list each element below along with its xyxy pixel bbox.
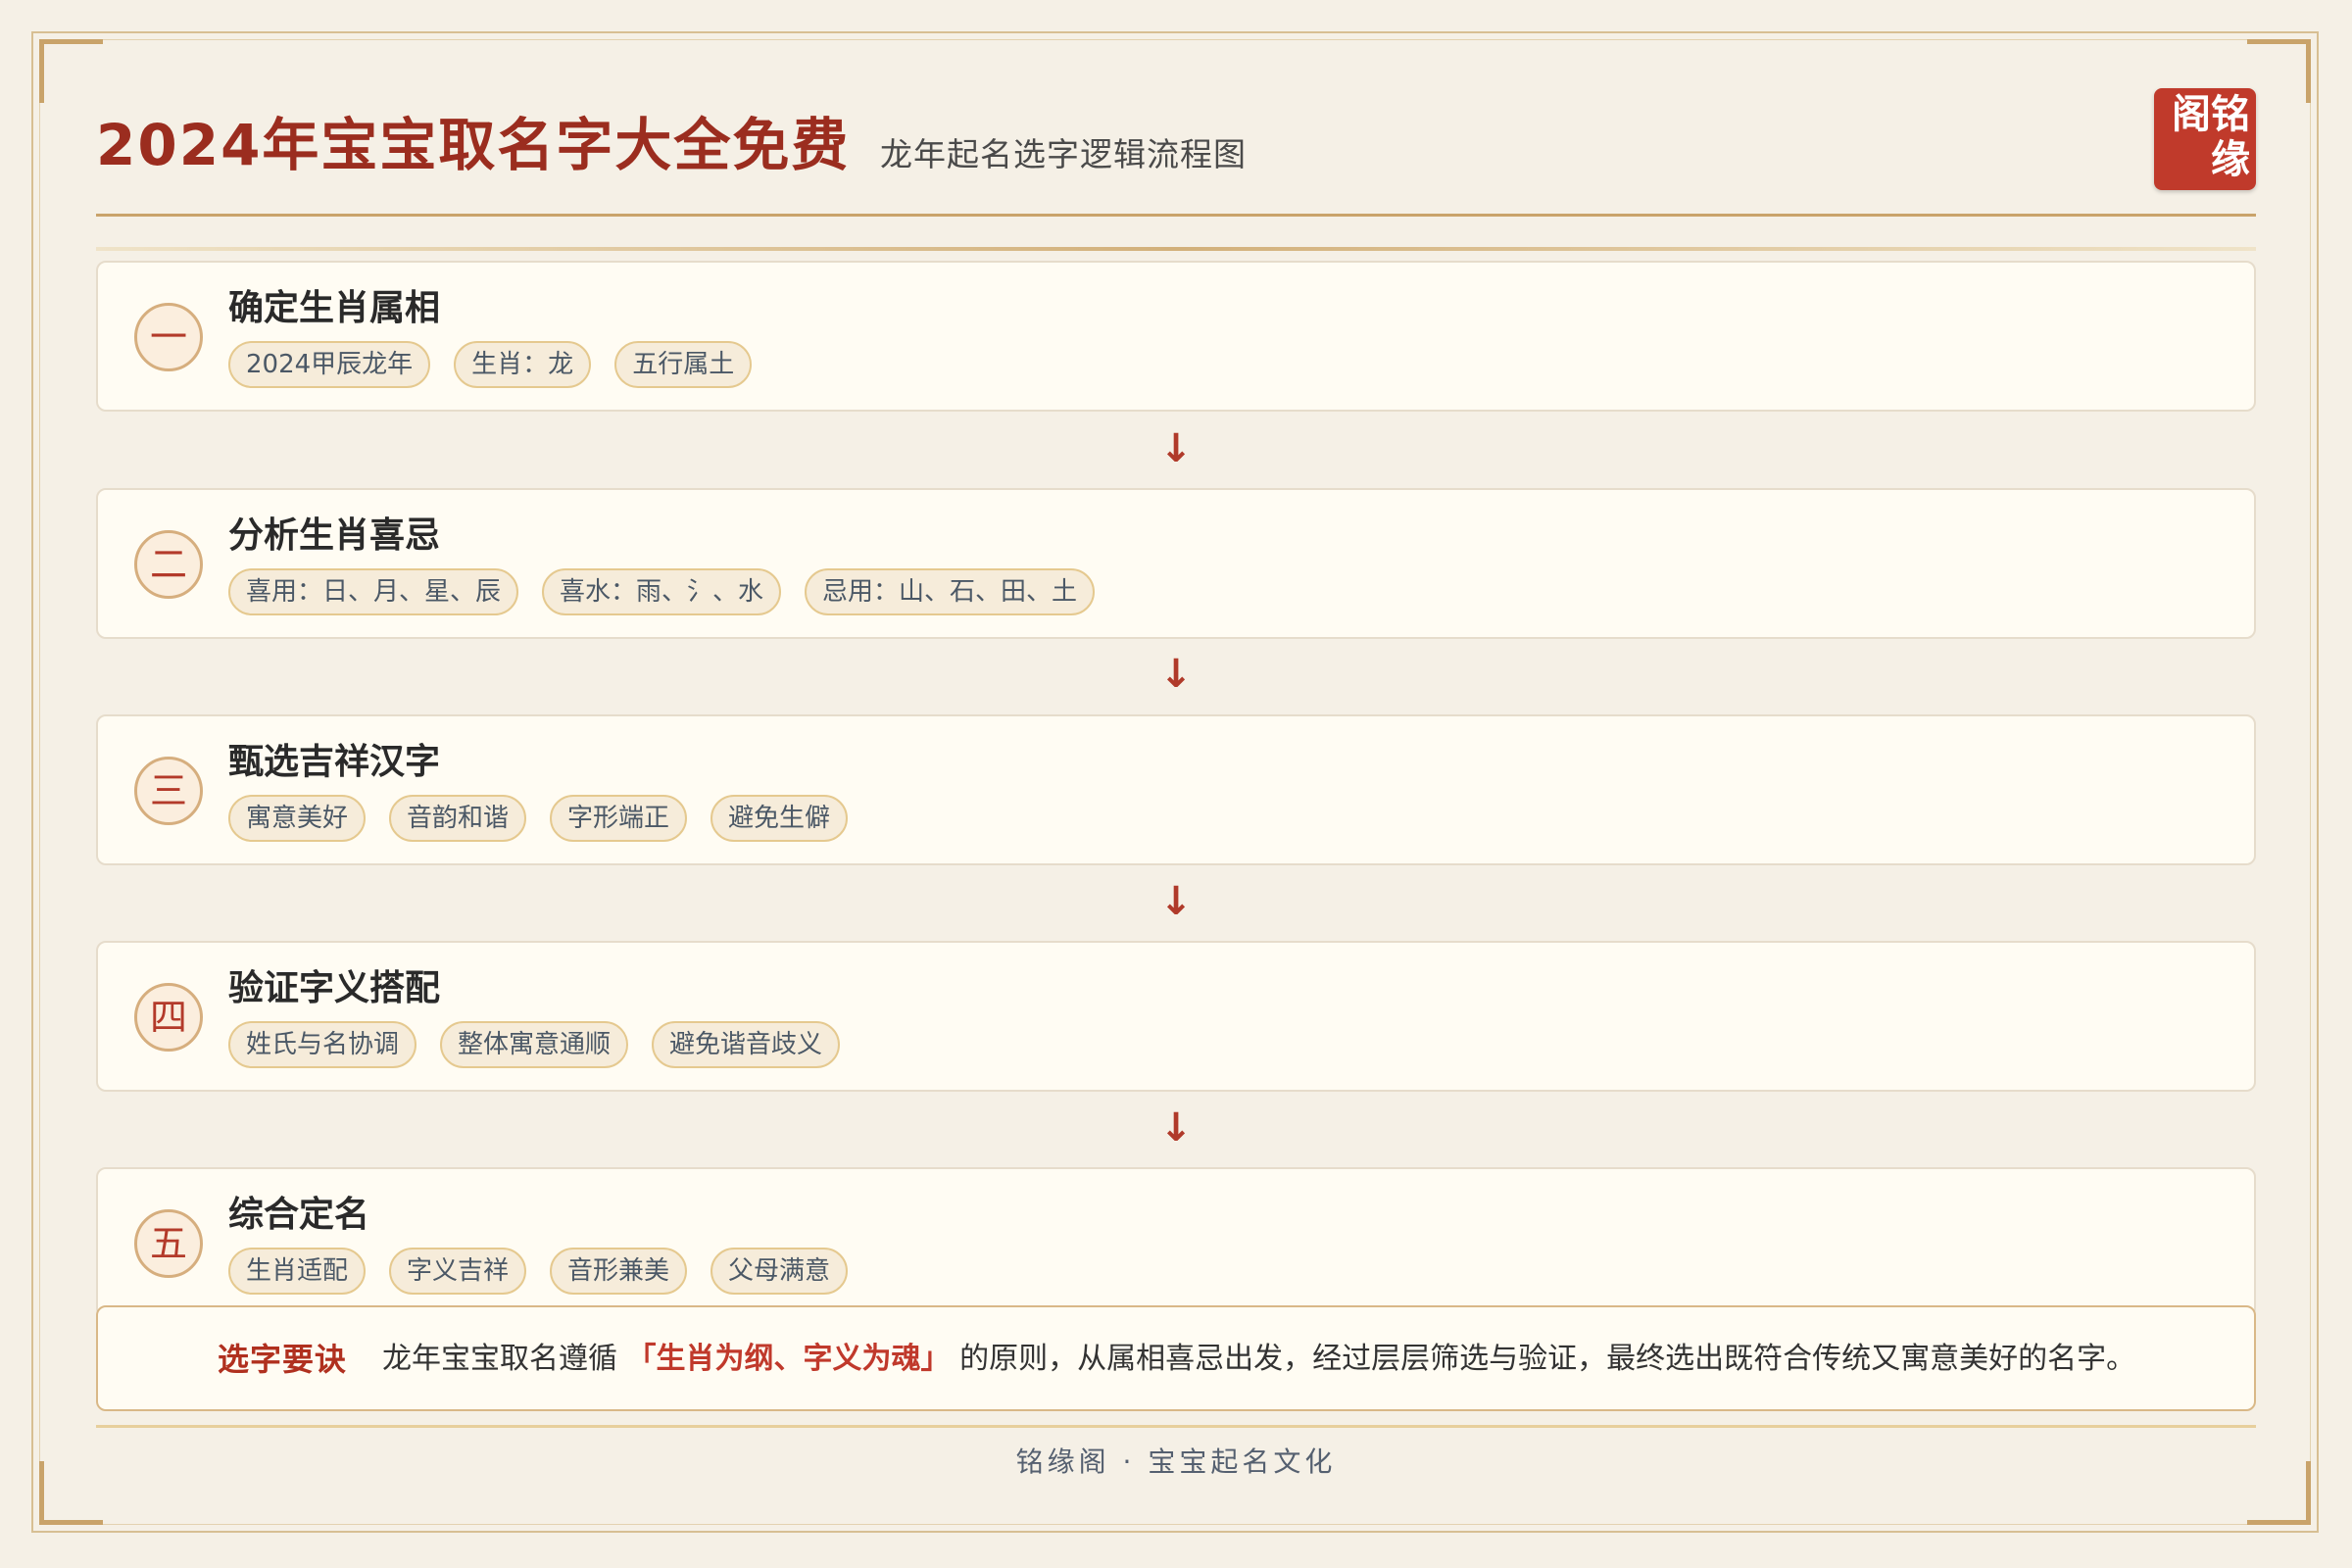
tip-box: 选字要诀 龙年宝宝取名遵循 「生肖为纲、字义为魂」 的原则，从属相喜忌出发，经过… <box>96 1305 2256 1411</box>
step-tag: 避免生僻 <box>710 795 849 842</box>
step-tags: 寓意美好 音韵和谐 字形端正 避免生僻 <box>228 795 849 842</box>
page-header: 2024年宝宝取名字大全免费 龙年起名选字逻辑流程图 阁铭 缘 <box>96 88 2256 217</box>
step-title: 分析生肖喜忌 <box>228 515 441 556</box>
flow-step-2: 二 分析生肖喜忌 喜用：日、月、星、辰 喜水：雨、氵、水 忌用：山、石、田、土 <box>96 488 2256 639</box>
tip-label: 选字要诀 <box>218 1341 348 1378</box>
step-title: 验证字义搭配 <box>228 968 441 1008</box>
step-tag: 喜水：雨、氵、水 <box>542 568 782 615</box>
flow-arrow-down-icon: ↓ <box>1159 1105 1193 1151</box>
step-tag: 喜用：日、月、星、辰 <box>228 568 519 615</box>
step-tag: 字义吉祥 <box>389 1248 527 1295</box>
step-number-badge: 五 <box>134 1209 203 1278</box>
flow-arrow-down-icon: ↓ <box>1159 426 1193 471</box>
tip-highlight: 「生肖为纲、字义为魂」 <box>626 1342 951 1376</box>
seal-line-1: 阁铭 <box>2172 92 2250 137</box>
page-title: 2024年宝宝取名字大全免费 <box>96 112 851 178</box>
step-title: 确定生肖属相 <box>228 288 441 328</box>
flow-step-5: 五 综合定名 生肖适配 字义吉祥 音形兼美 父母满意 <box>96 1167 2256 1318</box>
step-tag: 2024甲辰龙年 <box>228 341 431 388</box>
step-tag: 忌用：山、石、田、土 <box>805 568 1096 615</box>
tip-text-after: 的原则，从属相喜忌出发，经过层层筛选与验证，最终选出既符合传统又寓意美好的名字。 <box>959 1342 2136 1376</box>
step-tags: 姓氏与名协调 整体寓意通顺 避免谐音歧义 <box>228 1021 841 1068</box>
step-number-badge: 四 <box>134 983 203 1052</box>
step-tags: 喜用：日、月、星、辰 喜水：雨、氵、水 忌用：山、石、田、土 <box>228 568 1096 615</box>
tip-text-before: 龙年宝宝取名遵循 <box>382 1342 617 1376</box>
step-tag: 五行属土 <box>614 341 753 388</box>
footer-text: 铭缘阁 · 宝宝起名文化 <box>1015 1446 1337 1478</box>
step-number-badge: 三 <box>134 757 203 825</box>
page-subtitle: 龙年起名选字逻辑流程图 <box>880 135 1247 173</box>
step-tag: 寓意美好 <box>228 795 367 842</box>
step-tag: 字形端正 <box>550 795 688 842</box>
step-tag: 整体寓意通顺 <box>440 1021 629 1068</box>
corner-ornament-top-right <box>2247 39 2311 103</box>
step-number-badge: 二 <box>134 530 203 599</box>
header-divider <box>96 247 2256 251</box>
tip-text: 龙年宝宝取名遵循 「生肖为纲、字义为魂」 的原则，从属相喜忌出发，经过层层筛选与… <box>382 1337 2135 1382</box>
seal-stamp: 阁铭 缘 <box>2154 88 2256 190</box>
step-title: 甄选吉祥汉字 <box>228 742 441 782</box>
seal-line-2: 缘 <box>2211 137 2250 182</box>
step-tags: 2024甲辰龙年 生肖：龙 五行属土 <box>228 341 753 388</box>
step-tag: 音形兼美 <box>550 1248 688 1295</box>
step-tag: 避免谐音歧义 <box>652 1021 841 1068</box>
flow-step-4: 四 验证字义搭配 姓氏与名协调 整体寓意通顺 避免谐音歧义 <box>96 941 2256 1092</box>
step-tag: 生肖：龙 <box>454 341 592 388</box>
step-tags: 生肖适配 字义吉祥 音形兼美 父母满意 <box>228 1248 849 1295</box>
flow-step-1: 一 确定生肖属相 2024甲辰龙年 生肖：龙 五行属土 <box>96 261 2256 412</box>
flow-arrow-down-icon: ↓ <box>1159 879 1193 924</box>
step-tag: 父母满意 <box>710 1248 849 1295</box>
footer-divider <box>96 1425 2256 1428</box>
step-number-badge: 一 <box>134 303 203 371</box>
step-title: 综合定名 <box>228 1195 370 1235</box>
corner-ornament-top-left <box>39 39 103 103</box>
flow-arrow-down-icon: ↓ <box>1159 652 1193 697</box>
step-tag: 音韵和谐 <box>389 795 527 842</box>
step-tag: 生肖适配 <box>228 1248 367 1295</box>
flow-step-3: 三 甄选吉祥汉字 寓意美好 音韵和谐 字形端正 避免生僻 <box>96 714 2256 865</box>
step-tag: 姓氏与名协调 <box>228 1021 417 1068</box>
